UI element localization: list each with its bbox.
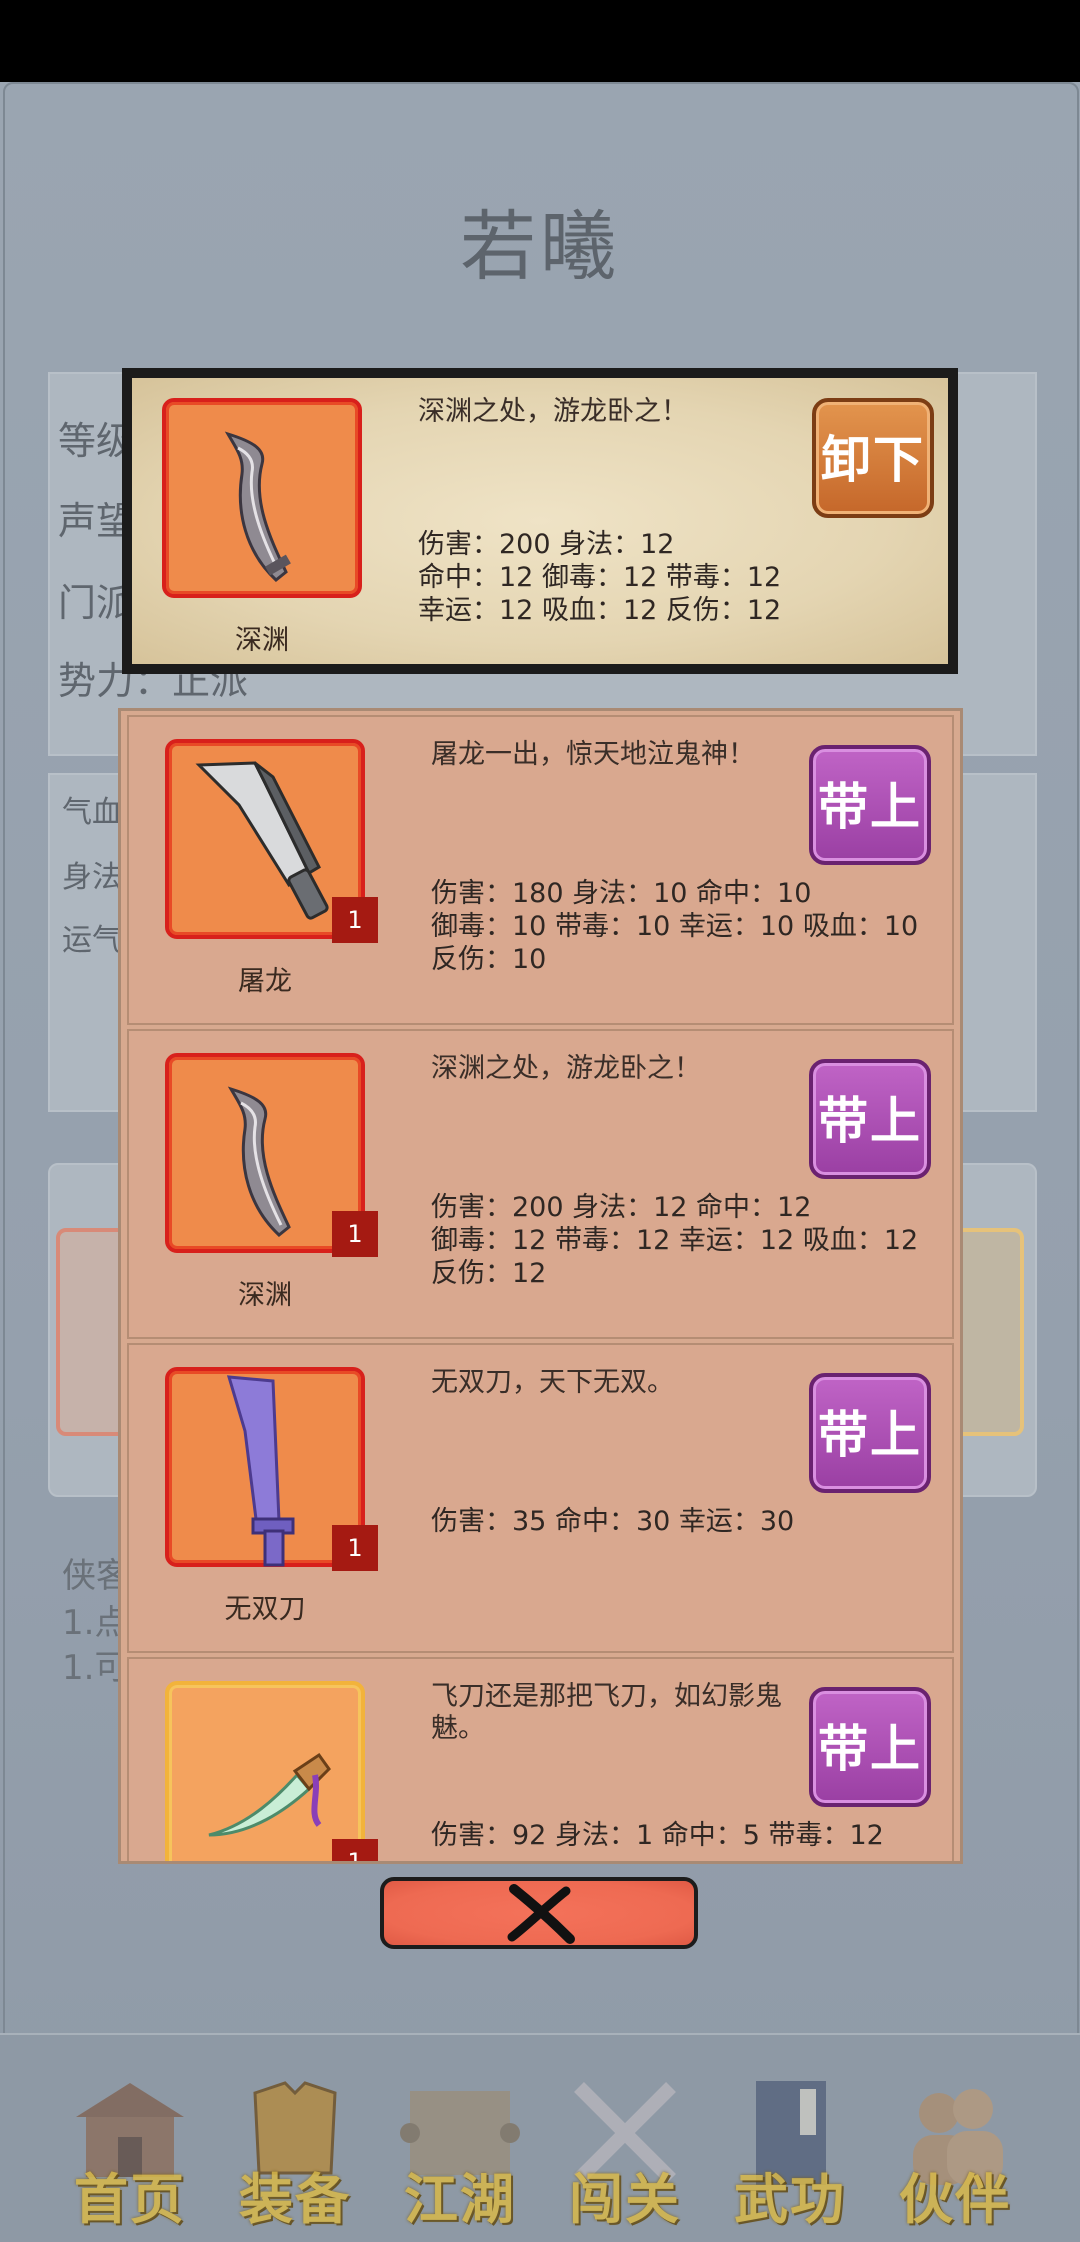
item-description: 屠龙一出，惊天地泣鬼神！ (431, 739, 755, 770)
stat-line: 御毒：12 带毒：12 幸运：12 吸血：12 (431, 1225, 919, 1256)
stat-line: 幸运：12 吸血：12 反伤：12 (418, 595, 782, 626)
nav-home-label: 首页 (74, 2167, 186, 2231)
item-description: 深渊之处，游龙卧之！ (431, 1053, 701, 1084)
nav-martial-label: 武功 (734, 2167, 846, 2231)
nav-jianghu-label: 江湖 (404, 2167, 516, 2231)
flying-knife-icon (208, 1752, 331, 1837)
nav-martial[interactable]: 武功 (705, 2035, 875, 2242)
nav-challenge[interactable]: 闯关 (540, 2035, 710, 2242)
equipped-item-name: 深渊 (235, 625, 289, 656)
equipped-item-inner: 深渊 深渊之处，游龙卧之！ 伤害：200 身法：12 命中：12 御毒：12 带… (132, 378, 948, 664)
inventory-row: 1 屠龙 屠龙一出，惊天地泣鬼神！ 伤害：180 身法：10 命中：10 御毒：… (127, 715, 954, 1025)
stat-line: 御毒：10 带毒：10 幸运：10 吸血：10 (431, 911, 919, 942)
nav-challenge-label: 闯关 (569, 2167, 681, 2231)
item-description: 无双刀，天下无双。 (431, 1367, 674, 1398)
nav-partners[interactable]: 伙伴 (870, 2035, 1040, 2242)
item-qty-badge: 1 (332, 1839, 378, 1861)
stat-line: 伤害：180 身法：10 命中：10 (431, 878, 812, 909)
close-x-icon (507, 1884, 575, 1944)
abyss-blade-icon (224, 431, 291, 582)
equipped-item-stats: 伤害：200 身法：12 命中：12 御毒：12 带毒：12 幸运：12 吸血：… (418, 528, 781, 627)
unequip-button[interactable]: 卸下 (812, 398, 934, 518)
item-qty-badge: 1 (332, 1525, 378, 1571)
nav-equipment-label: 装备 (239, 2167, 351, 2231)
equipped-item-description: 深渊之处，游龙卧之！ (418, 396, 688, 427)
stat-line: 伤害：92 身法：1 命中：5 带毒：12 (431, 1820, 884, 1851)
attr-agility: 身法 (62, 860, 122, 895)
equipped-item-slot[interactable] (162, 398, 362, 598)
hero-name: 若曦 (460, 202, 620, 291)
nav-home[interactable]: 首页 (45, 2035, 215, 2242)
nav-jianghu[interactable]: 江湖 (375, 2035, 545, 2242)
equip-button[interactable]: 带上 (809, 1373, 931, 1493)
item-name: 深渊 (238, 1280, 292, 1311)
inventory-list[interactable]: 1 屠龙 屠龙一出，惊天地泣鬼神！ 伤害：180 身法：10 命中：10 御毒：… (118, 708, 963, 1864)
inventory-row: 1 深渊 深渊之处，游龙卧之！ 伤害：200 身法：12 命中：12 御毒：12… (127, 1029, 954, 1339)
equip-button[interactable]: 带上 (809, 1687, 931, 1807)
item-description: 飞刀还是那把飞刀，如幻影鬼魅。 (431, 1681, 782, 1744)
stat-line: 伤害：200 身法：12 命中：12 (431, 1192, 812, 1223)
item-qty-badge: 1 (332, 897, 378, 943)
equipped-item-card: 深渊 深渊之处，游龙卧之！ 伤害：200 身法：12 命中：12 御毒：12 带… (122, 368, 958, 674)
stat-line: 反伤：10 (431, 944, 547, 975)
equip-button[interactable]: 带上 (809, 1059, 931, 1179)
close-button[interactable] (380, 1877, 698, 1949)
item-name: 无双刀 (224, 1594, 306, 1625)
equip-button[interactable]: 带上 (809, 745, 931, 865)
status-bar (0, 0, 1080, 82)
stat-line: 伤害：35 命中：30 幸运：30 (431, 1506, 795, 1537)
inventory-row: 1 飞刀还是那把飞刀，如幻影鬼魅。 伤害：92 身法：1 命中：5 带毒：12 … (127, 1657, 954, 1861)
stat-line: 伤害：200 身法：12 (418, 529, 675, 560)
item-qty-badge: 1 (332, 1211, 378, 1257)
stat-line: 命中：12 御毒：12 带毒：12 (418, 562, 782, 593)
item-stats: 伤害：200 身法：12 命中：12 御毒：12 带毒：12 幸运：12 吸血：… (431, 1191, 918, 1290)
inventory-row: 1 无双刀 无双刀，天下无双。 伤害：35 命中：30 幸运：30 带上 (127, 1343, 954, 1653)
item-name: 屠龙 (238, 966, 292, 997)
item-stats: 伤害：180 身法：10 命中：10 御毒：10 带毒：10 幸运：10 吸血：… (431, 877, 918, 976)
attr-hp: 气血 (62, 795, 122, 830)
nav-partners-label: 伙伴 (899, 2167, 1011, 2231)
stat-line: 反伤：12 (431, 1258, 547, 1289)
attr-luck: 运气 (62, 923, 122, 958)
item-slot[interactable] (165, 1681, 365, 1861)
nav-equipment[interactable]: 装备 (210, 2035, 380, 2242)
bottom-nav: 首页 装备 江湖 闯关 武功 伙伴 (0, 2033, 1080, 2242)
item-stats: 伤害：92 身法：1 命中：5 带毒：12 (431, 1819, 884, 1852)
item-stats: 伤害：35 命中：30 幸运：30 (431, 1505, 794, 1538)
